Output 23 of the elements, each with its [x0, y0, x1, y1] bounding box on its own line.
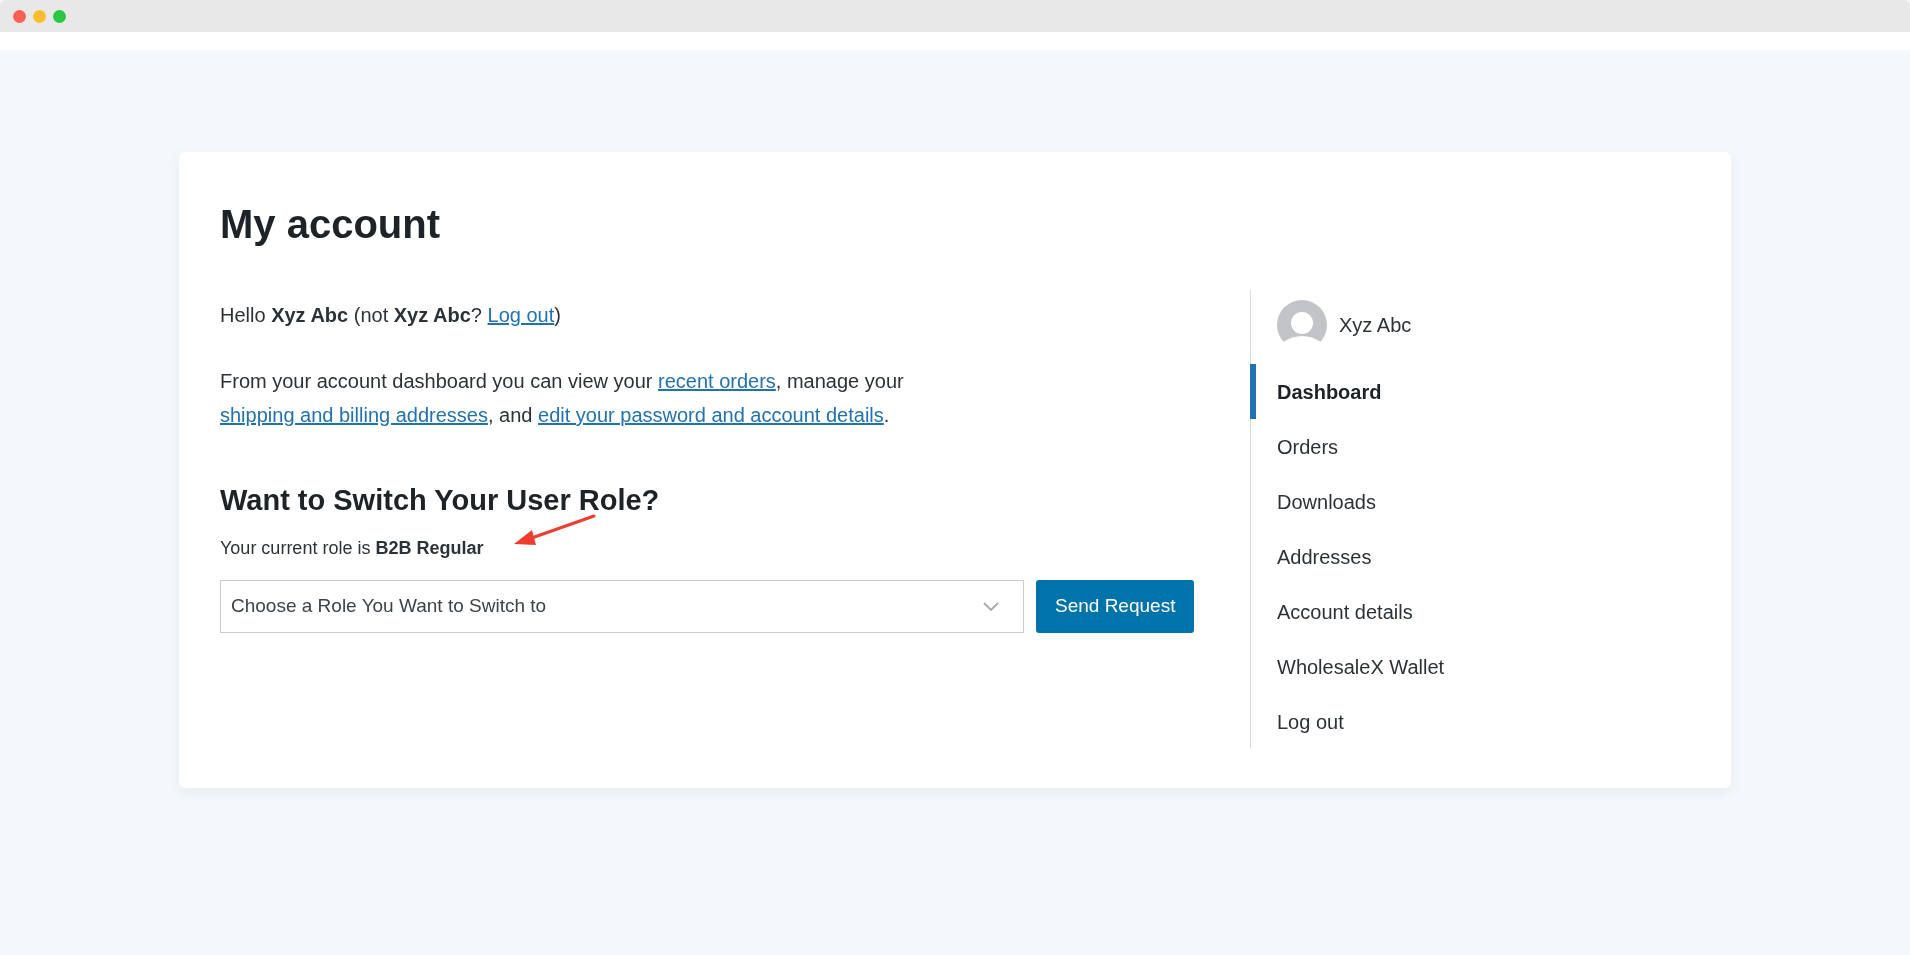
text-link[interactable]: recent orders [658, 370, 776, 392]
page-title: My account [220, 201, 442, 248]
send-request-button[interactable]: Send Request [1036, 580, 1195, 633]
sidebar-nav-item[interactable]: WholesaleX Wallet [1250, 639, 1453, 694]
section-heading: Want to Switch Your User Role? [220, 483, 661, 518]
greeting-text: Hello Xyz Abc (not Xyz Abc? Log out) [220, 303, 562, 328]
sidebar-nav-item[interactable]: Account details [1250, 584, 1421, 639]
avatar-icon [1277, 300, 1327, 350]
role-select[interactable]: Choose a Role You Want to Switch to [220, 580, 1024, 633]
user-name: Xyz Abc [1339, 313, 1412, 338]
current-role-text: Your current role is B2B Regular [220, 537, 484, 560]
text-link[interactable]: edit your password and account details [538, 404, 884, 426]
sidebar-nav-item[interactable]: Log out [1250, 694, 1352, 749]
close-window-icon[interactable] [13, 9, 26, 23]
chevron-down-icon [983, 601, 999, 612]
sidebar-nav-item[interactable]: Addresses [1250, 529, 1380, 584]
sidebar-nav-item[interactable]: Downloads [1250, 474, 1384, 529]
minimize-window-icon[interactable] [33, 9, 46, 23]
sidebar-nav-item[interactable]: Dashboard [1250, 364, 1390, 419]
text-link[interactable]: shipping and billing addresses [220, 404, 488, 426]
intro-paragraph: From your account dashboard you can view your recent orders, manage your shipping and billing addresses, and edit your password and account details. [220, 369, 905, 428]
sidebar-nav-item[interactable]: Orders [1250, 419, 1347, 474]
maximize-window-icon[interactable] [53, 9, 66, 23]
